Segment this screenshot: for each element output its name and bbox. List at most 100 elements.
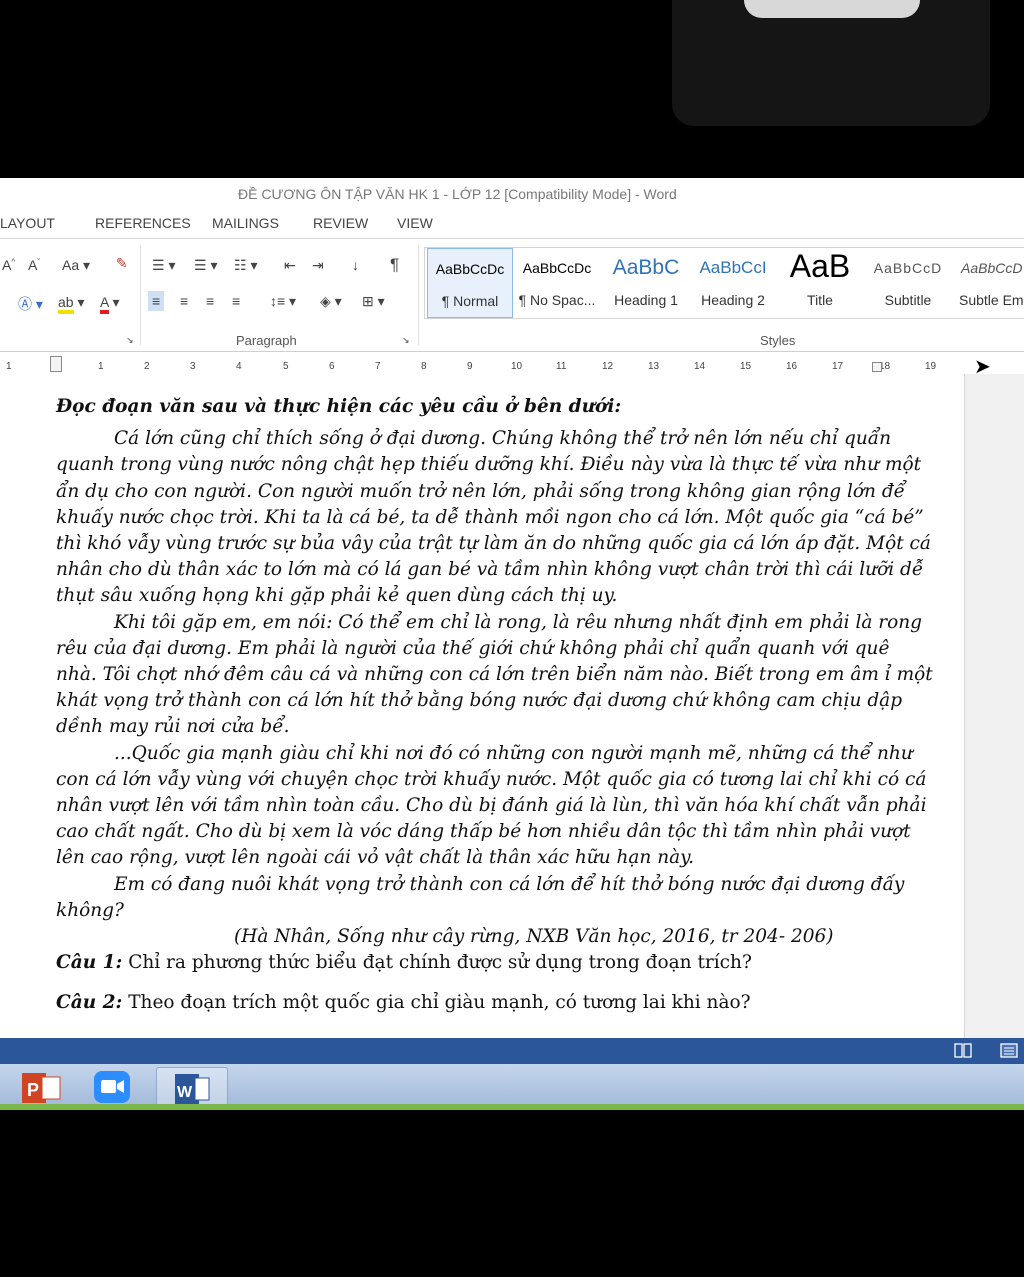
ruler-number: 16 bbox=[786, 361, 798, 372]
right-indent-marker[interactable] bbox=[872, 362, 882, 372]
group-divider bbox=[140, 245, 141, 345]
highlight-color-icon[interactable]: ab ▾ bbox=[58, 294, 85, 314]
group-divider bbox=[418, 245, 419, 345]
style-name: Heading 1 bbox=[614, 292, 678, 308]
ruler-number: 5 bbox=[283, 361, 289, 372]
style-subtitle[interactable]: AaBbCcD Subtitle bbox=[865, 248, 951, 316]
page-margin-area bbox=[964, 374, 1024, 1038]
question-2-text: Theo đoạn trích một quốc gia chỉ giàu mạ… bbox=[122, 992, 751, 1014]
doc-question-1: Câu 1: Chỉ ra phương thức biểu đạt chính… bbox=[56, 950, 936, 976]
numbering-icon[interactable]: ☰ ▾ bbox=[194, 257, 217, 274]
paragraph-group-label: Paragraph bbox=[236, 333, 297, 348]
styles-group-label: Styles bbox=[760, 333, 796, 348]
powerpoint-icon[interactable]: P bbox=[14, 1067, 70, 1107]
style-name: Heading 2 bbox=[701, 292, 765, 308]
show-marks-icon[interactable]: ¶ bbox=[390, 255, 399, 275]
horizontal-ruler[interactable]: 1 1 2 3 4 5 6 7 8 9 10 11 12 13 14 15 16… bbox=[0, 352, 1024, 378]
ribbon: A^ Aˇ Aa ▾ ✎ Ⓐ ▾ ab ▾ A ▾ ☰ ▾ ☰ ▾ ☷ ▾ ⇤ … bbox=[0, 239, 1024, 352]
question-2-label: Câu 2: bbox=[56, 992, 123, 1014]
style-name: Subtle Em bbox=[959, 292, 1024, 308]
powerpoint-letter: P bbox=[27, 1080, 39, 1100]
paragraph-dialog-launcher-icon[interactable]: ↘ bbox=[402, 335, 410, 346]
taskbar-accent-strip bbox=[0, 1104, 1024, 1110]
tab-references[interactable]: REFERENCES bbox=[95, 215, 191, 231]
multilevel-list-icon[interactable]: ☷ ▾ bbox=[234, 257, 257, 274]
doc-heading: Đọc đoạn văn sau và thực hiện các yêu cầ… bbox=[56, 396, 622, 417]
ruler-number: 9 bbox=[467, 361, 473, 372]
word-icon[interactable]: W bbox=[156, 1067, 228, 1109]
borders-icon[interactable]: ⊞ ▾ bbox=[362, 293, 385, 310]
doc-question-2: Câu 2: Theo đoạn trích một quốc gia chỉ … bbox=[56, 990, 936, 1016]
ruler-number: 8 bbox=[421, 361, 427, 372]
ruler-track: 1 1 2 3 4 5 6 7 8 9 10 11 12 13 14 15 16… bbox=[0, 356, 962, 372]
font-color-icon[interactable]: A ▾ bbox=[100, 294, 120, 314]
title-bar: ĐỀ CƯƠNG ÔN TẬP VĂN HK 1 - LỚP 12 [Compa… bbox=[0, 178, 1024, 210]
style-subtle-emphasis[interactable]: AaBbCcD Subtle Em bbox=[953, 248, 1024, 316]
window-title: ĐỀ CƯƠNG ÔN TẬP VĂN HK 1 - LỚP 12 [Compa… bbox=[238, 186, 677, 202]
align-left-icon[interactable]: ≡ bbox=[148, 291, 165, 311]
zoom-icon[interactable] bbox=[84, 1067, 140, 1107]
shrink-font-icon[interactable]: Aˇ bbox=[28, 257, 40, 273]
shading-icon[interactable]: ◈ ▾ bbox=[320, 293, 342, 310]
style-sample: AaBbCcD bbox=[873, 260, 943, 276]
read-mode-icon[interactable] bbox=[954, 1043, 972, 1058]
ruler-number: 10 bbox=[511, 361, 523, 372]
grow-font-icon[interactable]: A^ bbox=[2, 257, 15, 273]
increase-indent-icon[interactable]: ⇥ bbox=[312, 257, 324, 274]
left-indent-marker[interactable] bbox=[50, 356, 62, 372]
tab-review[interactable]: REVIEW bbox=[313, 215, 368, 231]
style-normal[interactable]: AaBbCcDc ¶ Normal bbox=[427, 248, 513, 318]
style-name: Subtitle bbox=[884, 292, 932, 308]
align-center-icon[interactable]: ≡ bbox=[180, 293, 188, 309]
ruler-number: 15 bbox=[740, 361, 752, 372]
doc-paragraph-1: Cá lớn cũng chỉ thích sống ở đại dương. … bbox=[56, 428, 931, 607]
ruler-number: 13 bbox=[648, 361, 660, 372]
change-case-button[interactable]: Aa ▾ bbox=[62, 257, 90, 274]
question-1-text: Chỉ ra phương thức biểu đạt chính được s… bbox=[122, 952, 752, 974]
question-1-label: Câu 1: bbox=[56, 952, 123, 974]
doc-paragraph-2: Khi tôi gặp em, em nói: Có thể em chỉ là… bbox=[56, 611, 933, 738]
style-sample: AaBbC bbox=[612, 256, 680, 279]
style-sample: AaB bbox=[789, 248, 851, 284]
ruler-number: 19 bbox=[925, 361, 937, 372]
doc-source: (Hà Nhân, Sống như cây rừng, NXB Văn học… bbox=[234, 926, 834, 948]
print-layout-icon[interactable] bbox=[1000, 1043, 1018, 1058]
style-heading-2[interactable]: AaBbCcI Heading 2 bbox=[691, 248, 775, 316]
line-spacing-icon[interactable]: ↕≡ ▾ bbox=[270, 293, 296, 310]
bullets-icon[interactable]: ☰ ▾ bbox=[152, 257, 175, 274]
tab-layout[interactable]: LAYOUT bbox=[0, 215, 55, 231]
style-no-spacing[interactable]: AaBbCcDc ¶ No Spac... bbox=[515, 248, 599, 316]
text-effects-icon[interactable]: Ⓐ ▾ bbox=[18, 294, 43, 314]
ruler-number: 14 bbox=[694, 361, 706, 372]
ruler-number: 17 bbox=[832, 361, 844, 372]
document-page[interactable]: Đọc đoạn văn sau và thực hiện các yêu cầ… bbox=[0, 374, 964, 1038]
style-sample: AaBbCcDc bbox=[435, 261, 505, 277]
top-dark-panel bbox=[672, 0, 990, 126]
align-right-icon[interactable]: ≡ bbox=[206, 293, 214, 309]
ruler-number: 3 bbox=[190, 361, 196, 372]
doc-paragraph-3: ...Quốc gia mạnh giàu chỉ khi nơi đó có … bbox=[56, 742, 927, 869]
decrease-indent-icon[interactable]: ⇤ bbox=[284, 257, 296, 274]
ruler-number: 7 bbox=[375, 361, 381, 372]
style-heading-1[interactable]: AaBbC Heading 1 bbox=[603, 248, 689, 316]
ruler-number: 4 bbox=[236, 361, 242, 372]
clear-formatting-icon[interactable]: ✎ bbox=[116, 255, 128, 272]
font-dialog-launcher-icon[interactable]: ↘ bbox=[126, 335, 134, 346]
styles-gallery: AaBbCcDc ¶ Normal AaBbCcDc ¶ No Spac... … bbox=[424, 247, 1024, 319]
ruler-number: 1 bbox=[98, 361, 104, 372]
style-sample: AaBbCcDc bbox=[522, 260, 592, 276]
ruler-number: 11 bbox=[556, 361, 567, 372]
sort-icon[interactable]: ↓ bbox=[352, 257, 359, 273]
word-letter: W bbox=[177, 1084, 193, 1101]
style-title[interactable]: AaB Title bbox=[777, 248, 863, 316]
tab-view[interactable]: VIEW bbox=[397, 215, 433, 231]
justify-icon[interactable]: ≡ bbox=[232, 293, 240, 309]
style-name: ¶ No Spac... bbox=[518, 292, 596, 308]
style-name: Title bbox=[807, 292, 833, 308]
ruler-number: 1 bbox=[6, 361, 12, 372]
style-sample: AaBbCcD bbox=[961, 260, 1023, 276]
ruler-number: 12 bbox=[602, 361, 614, 372]
document-body[interactable]: Đọc đoạn văn sau và thực hiện các yêu cầ… bbox=[56, 394, 936, 1017]
style-sample: AaBbCcI bbox=[699, 258, 767, 277]
tab-mailings[interactable]: MAILINGS bbox=[212, 215, 279, 231]
